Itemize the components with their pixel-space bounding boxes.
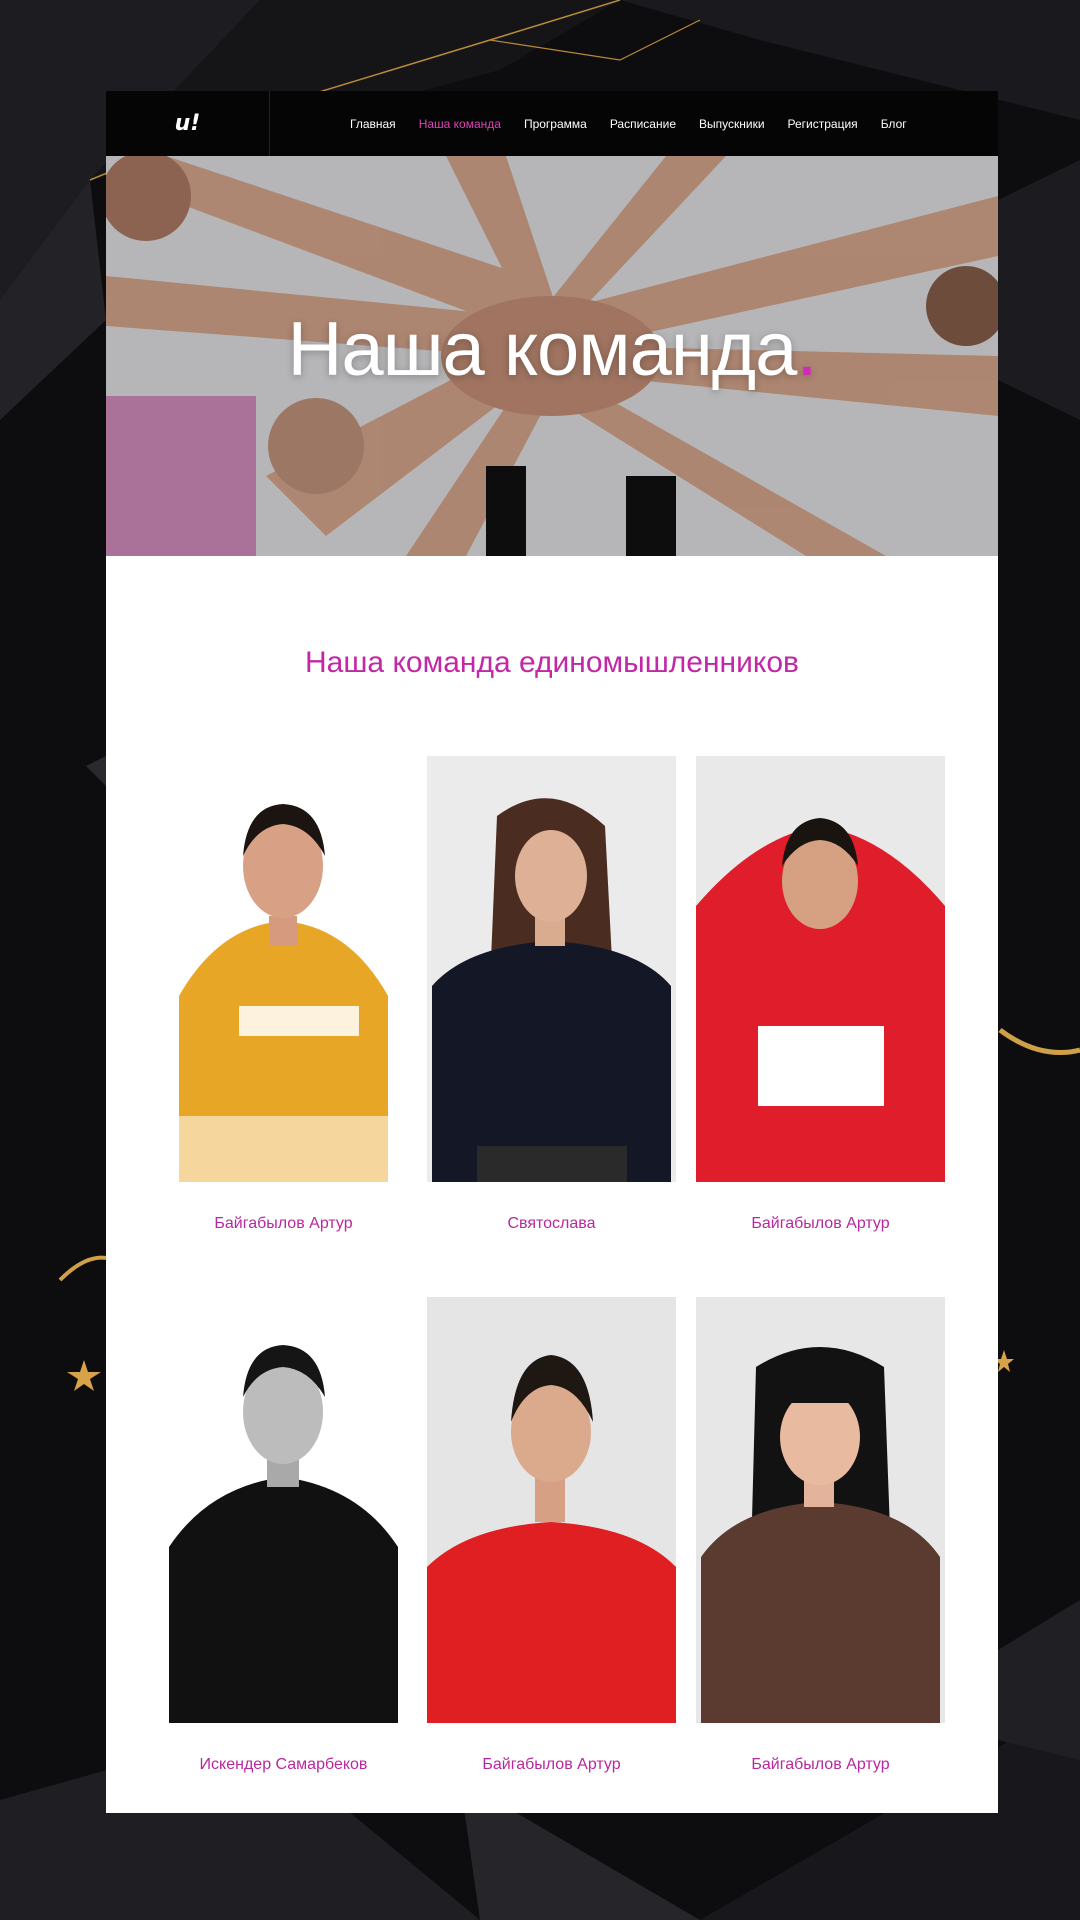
hero-title: Наша команда.: [287, 307, 817, 392]
nav-item-alumni[interactable]: Выпускники: [699, 117, 765, 131]
member-photo: [427, 1297, 676, 1723]
member-photo: [427, 756, 676, 1182]
team-card[interactable]: Байгабылов Артур: [159, 756, 408, 1233]
member-name: Святослава: [507, 1215, 596, 1232]
member-photo: [696, 1297, 945, 1723]
hero-title-dot: .: [796, 307, 817, 392]
hero-banner: Наша команда.: [106, 156, 998, 556]
member-photo: [696, 756, 945, 1182]
page-frame: u! Главная Наша команда Программа Распис…: [106, 91, 998, 1813]
nav-item-home[interactable]: Главная: [350, 117, 396, 131]
member-name: Искендер Самарбеков: [199, 1756, 368, 1773]
team-card[interactable]: Святослава: [427, 756, 676, 1233]
member-name: Байгабылов Артур: [751, 1756, 890, 1773]
nav-item-program[interactable]: Программа: [524, 117, 587, 131]
main-nav: Главная Наша команда Программа Расписани…: [350, 117, 930, 131]
team-card[interactable]: Байгабылов Артур: [696, 1297, 945, 1774]
site-header: u! Главная Наша команда Программа Распис…: [106, 91, 998, 156]
team-section-title: Наша команда единомышленников: [305, 646, 799, 679]
team-card[interactable]: Байгабылов Артур: [696, 756, 945, 1233]
member-name: Байгабылов Артур: [214, 1215, 353, 1232]
team-card[interactable]: Искендер Самарбеков: [159, 1297, 408, 1774]
member-name: Байгабылов Артур: [751, 1215, 890, 1232]
member-name: Байгабылов Артур: [482, 1756, 621, 1773]
member-photo: [159, 756, 408, 1182]
nav-item-schedule[interactable]: Расписание: [610, 117, 676, 131]
nav-item-registration[interactable]: Регистрация: [788, 117, 858, 131]
site-logo[interactable]: u!: [106, 91, 270, 156]
nav-item-team[interactable]: Наша команда: [419, 117, 501, 131]
nav-item-blog[interactable]: Блог: [881, 117, 907, 131]
team-card[interactable]: Байгабылов Артур: [427, 1297, 676, 1774]
member-photo: [159, 1297, 408, 1723]
